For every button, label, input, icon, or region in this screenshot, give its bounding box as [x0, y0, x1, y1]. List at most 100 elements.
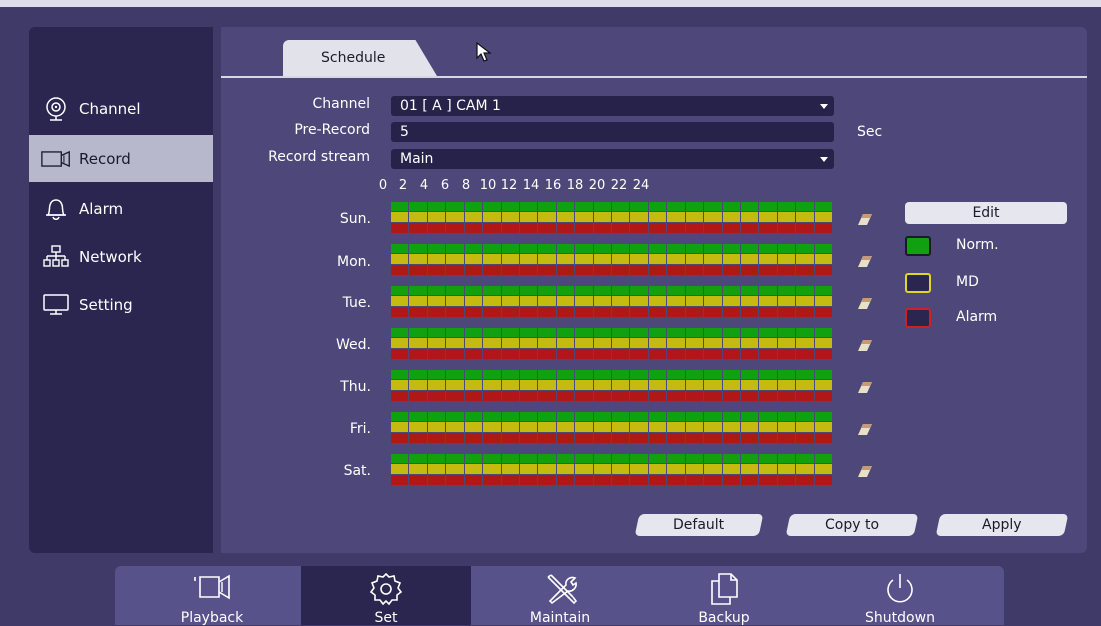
schedule-cell[interactable] — [538, 454, 557, 485]
schedule-cell[interactable] — [777, 412, 797, 443]
schedule-cell[interactable] — [796, 370, 815, 401]
schedule-cell[interactable] — [667, 454, 686, 485]
schedule-cell[interactable] — [741, 454, 760, 485]
schedule-cell[interactable] — [722, 412, 742, 443]
sidebar-item-alarm[interactable]: Alarm — [29, 185, 213, 232]
schedule-row-wed[interactable] — [391, 328, 833, 359]
schedule-cell[interactable] — [464, 328, 484, 359]
schedule-cell[interactable] — [501, 454, 520, 485]
schedule-cell[interactable] — [612, 286, 631, 317]
schedule-cell[interactable] — [814, 370, 833, 401]
schedule-cell[interactable] — [814, 202, 833, 233]
schedule-cell[interactable] — [538, 244, 557, 275]
stream-select[interactable]: Main — [391, 149, 834, 169]
schedule-cell[interactable] — [777, 370, 797, 401]
schedule-cell[interactable] — [612, 370, 631, 401]
schedule-cell[interactable] — [519, 244, 539, 275]
schedule-cell[interactable] — [648, 244, 668, 275]
schedule-cell[interactable] — [722, 370, 742, 401]
schedule-cell[interactable] — [446, 454, 465, 485]
schedule-cell[interactable] — [814, 286, 833, 317]
schedule-cell[interactable] — [391, 454, 410, 485]
schedule-cell[interactable] — [630, 370, 649, 401]
schedule-cell[interactable] — [667, 286, 686, 317]
schedule-cell[interactable] — [814, 328, 833, 359]
schedule-cell[interactable] — [391, 286, 410, 317]
schedule-cell[interactable] — [796, 286, 815, 317]
schedule-cell[interactable] — [538, 202, 557, 233]
schedule-cell[interactable] — [556, 286, 576, 317]
schedule-cell[interactable] — [391, 202, 410, 233]
schedule-cell[interactable] — [630, 286, 649, 317]
schedule-cell[interactable] — [593, 202, 613, 233]
schedule-cell[interactable] — [501, 412, 520, 443]
eraser-icon[interactable] — [857, 295, 873, 309]
schedule-cell[interactable] — [741, 412, 760, 443]
schedule-cell[interactable] — [612, 328, 631, 359]
schedule-cell[interactable] — [704, 286, 723, 317]
schedule-cell[interactable] — [685, 412, 705, 443]
schedule-cell[interactable] — [409, 454, 428, 485]
schedule-cell[interactable] — [464, 412, 484, 443]
schedule-cell[interactable] — [483, 370, 502, 401]
schedule-cell[interactable] — [685, 328, 705, 359]
schedule-cell[interactable] — [667, 202, 686, 233]
eraser-icon[interactable] — [857, 463, 873, 477]
schedule-cell[interactable] — [814, 412, 833, 443]
eraser-icon[interactable] — [857, 337, 873, 351]
legend-norm-swatch[interactable] — [905, 236, 931, 256]
schedule-cell[interactable] — [538, 286, 557, 317]
schedule-cell[interactable] — [593, 328, 613, 359]
schedule-cell[interactable] — [556, 202, 576, 233]
schedule-cell[interactable] — [741, 286, 760, 317]
schedule-cell[interactable] — [556, 412, 576, 443]
schedule-cell[interactable] — [685, 454, 705, 485]
schedule-cell[interactable] — [519, 202, 539, 233]
schedule-cell[interactable] — [722, 244, 742, 275]
nav-maintain[interactable]: Maintain — [475, 566, 645, 626]
schedule-cell[interactable] — [814, 244, 833, 275]
schedule-row-thu[interactable] — [391, 370, 833, 401]
schedule-cell[interactable] — [427, 286, 447, 317]
schedule-cell[interactable] — [759, 412, 778, 443]
apply-button[interactable]: Apply — [935, 514, 1069, 536]
schedule-cell[interactable] — [483, 328, 502, 359]
schedule-cell[interactable] — [630, 202, 649, 233]
schedule-cell[interactable] — [630, 328, 649, 359]
schedule-cell[interactable] — [556, 370, 576, 401]
schedule-cell[interactable] — [741, 370, 760, 401]
edit-button[interactable]: Edit — [905, 202, 1067, 224]
sidebar-item-network[interactable]: Network — [29, 233, 213, 280]
schedule-cell[interactable] — [575, 370, 594, 401]
schedule-cell[interactable] — [391, 412, 410, 443]
schedule-cell[interactable] — [446, 412, 465, 443]
schedule-cell[interactable] — [759, 202, 778, 233]
schedule-cell[interactable] — [741, 244, 760, 275]
schedule-row-fri[interactable] — [391, 412, 833, 443]
schedule-cell[interactable] — [759, 328, 778, 359]
schedule-cell[interactable] — [519, 328, 539, 359]
schedule-cell[interactable] — [593, 286, 613, 317]
schedule-cell[interactable] — [427, 202, 447, 233]
schedule-cell[interactable] — [777, 244, 797, 275]
schedule-cell[interactable] — [648, 202, 668, 233]
schedule-cell[interactable] — [446, 370, 465, 401]
schedule-cell[interactable] — [704, 370, 723, 401]
schedule-cell[interactable] — [722, 286, 742, 317]
schedule-cell[interactable] — [427, 328, 447, 359]
schedule-cell[interactable] — [593, 244, 613, 275]
schedule-cell[interactable] — [575, 202, 594, 233]
eraser-icon[interactable] — [857, 421, 873, 435]
nav-set[interactable]: Set — [301, 566, 471, 626]
channel-select[interactable]: 01 [ A ] CAM 1 — [391, 96, 834, 116]
eraser-icon[interactable] — [857, 211, 873, 225]
schedule-cell[interactable] — [409, 328, 428, 359]
schedule-cell[interactable] — [519, 286, 539, 317]
schedule-cell[interactable] — [796, 412, 815, 443]
schedule-cell[interactable] — [612, 454, 631, 485]
schedule-cell[interactable] — [777, 286, 797, 317]
schedule-cell[interactable] — [741, 202, 760, 233]
schedule-cell[interactable] — [501, 328, 520, 359]
schedule-cell[interactable] — [464, 370, 484, 401]
schedule-cell[interactable] — [519, 454, 539, 485]
